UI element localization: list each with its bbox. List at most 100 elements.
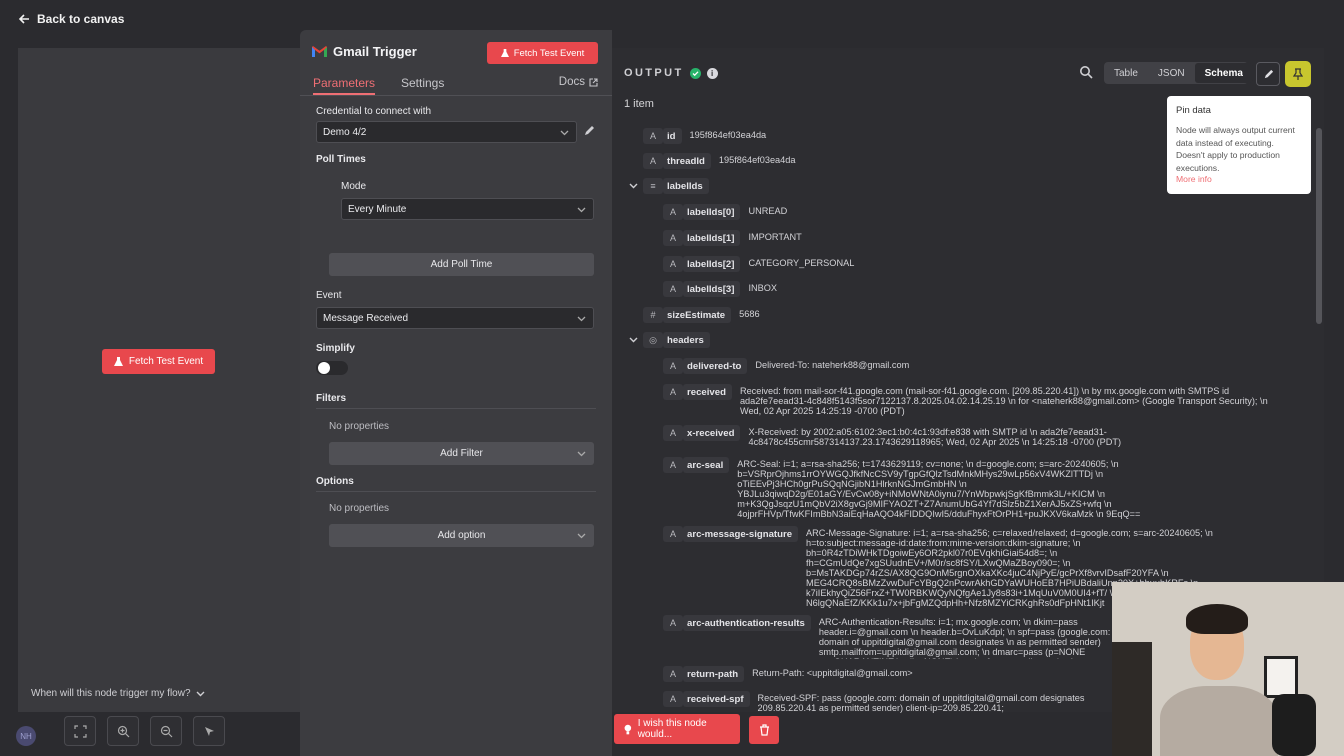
pencil-icon (1264, 69, 1273, 78)
options-label: Options (316, 476, 354, 487)
canvas-fetch-test-event-button[interactable]: Fetch Test Event (102, 349, 215, 374)
mode-select[interactable]: Every Minute (341, 198, 594, 220)
webcam-person-body (1160, 686, 1278, 756)
add-option-label: Add option (437, 530, 486, 541)
chevron-down-icon (577, 316, 586, 322)
poll-times-label: Poll Times (316, 154, 366, 165)
back-label: Back to canvas (37, 12, 125, 26)
schema-value: 195f864ef03ea4da (689, 130, 767, 140)
search-icon[interactable] (1079, 65, 1093, 79)
trash-icon (759, 724, 769, 736)
canvas-panel: Fetch Test Event When will this node tri… (18, 48, 300, 712)
schema-row[interactable]: ◎ headers (643, 332, 710, 348)
schema-row: A labelIds[1] IMPORTANT (663, 230, 802, 246)
node-header: Gmail Trigger (312, 44, 417, 59)
type-string-icon: A (663, 358, 683, 374)
add-filter-label: Add Filter (440, 448, 483, 459)
schema-key: x-received (683, 425, 741, 441)
event-select[interactable]: Message Received (316, 307, 594, 329)
flask-icon (500, 48, 509, 57)
schema-key: arc-message-signature (683, 526, 799, 542)
credential-value: Demo 4/2 (323, 126, 367, 138)
schema-value: ARC-Seal: i=1; a=rsa-sha256; t=174362911… (737, 459, 1141, 519)
schema-key: headers (663, 332, 710, 348)
schema-key: received (683, 384, 732, 400)
simplify-toggle[interactable] (316, 361, 348, 375)
zoom-out-button[interactable] (150, 716, 182, 746)
docs-link[interactable]: Docs (559, 76, 598, 88)
zoom-in-button[interactable] (107, 716, 139, 746)
webcam-overlay (1112, 582, 1344, 756)
add-option-button[interactable]: Add option (329, 524, 594, 547)
tab-parameters[interactable]: Parameters (313, 76, 376, 95)
type-string-icon: A (663, 281, 683, 297)
schema-key: arc-authentication-results (683, 615, 811, 631)
feedback-button[interactable]: I wish this node would... (614, 714, 740, 744)
caret-down-icon[interactable] (629, 335, 638, 344)
view-mode-tabs: Table JSON Schema (1104, 62, 1253, 84)
fit-view-button[interactable] (64, 716, 96, 746)
view-tab-table[interactable]: Table (1104, 63, 1148, 83)
fullscreen-icon (73, 724, 87, 738)
caret-down-icon[interactable] (629, 181, 638, 190)
list-icon: ≡ (643, 178, 663, 194)
chevron-down-icon (577, 451, 586, 457)
schema-value: ARC-Authentication-Results: i=1; mx.goog… (818, 617, 1111, 659)
tooltip-body: Node will always output current data ins… (1176, 125, 1295, 173)
schema-row: A delivered-to Delivered-To: nateherk88@… (663, 358, 909, 374)
schema-key: return-path (683, 666, 745, 682)
avatar[interactable]: NH (16, 726, 36, 746)
schema-row[interactable]: ≡ labelIds (643, 178, 709, 194)
output-scrollbar[interactable] (1316, 128, 1322, 324)
schema-value: Received-SPF: pass (google.com: domain o… (757, 693, 1088, 713)
add-filter-button[interactable]: Add Filter (329, 442, 594, 465)
fetch-test-event-button[interactable]: Fetch Test Event (487, 42, 598, 64)
trigger-question-text: When will this node trigger my flow? (31, 688, 191, 699)
type-string-icon: A (663, 615, 683, 631)
object-icon: ◎ (643, 332, 663, 348)
webcam-microphone (1272, 694, 1316, 756)
credential-label: Credential to connect with (316, 106, 432, 117)
trigger-question-link[interactable]: When will this node trigger my flow? (31, 688, 205, 699)
more-info-link[interactable]: More info (1176, 174, 1302, 184)
tidy-up-button[interactable] (193, 716, 225, 746)
schema-value: CATEGORY_PERSONAL (748, 258, 855, 268)
filters-label: Filters (316, 393, 347, 404)
credential-select[interactable]: Demo 4/2 (316, 121, 577, 143)
edit-output-button[interactable] (1256, 62, 1280, 86)
chevron-down-icon (196, 691, 205, 697)
chevron-down-icon (577, 533, 586, 539)
type-string-icon: A (663, 384, 683, 400)
pin-icon (1293, 68, 1303, 80)
type-string-icon: A (663, 457, 683, 473)
delete-button[interactable] (749, 716, 779, 744)
filters-divider (316, 408, 596, 409)
schema-key: labelIds (663, 178, 709, 194)
view-tab-schema[interactable]: Schema (1194, 63, 1253, 83)
pencil-icon[interactable] (583, 125, 595, 137)
schema-row: A labelIds[3] INBOX (663, 281, 777, 297)
back-to-canvas-link[interactable]: Back to canvas (18, 12, 124, 26)
add-poll-time-button[interactable]: Add Poll Time (329, 253, 594, 276)
parameters-panel: Gmail Trigger Fetch Test Event Parameter… (300, 30, 612, 756)
tab-settings[interactable]: Settings (401, 76, 444, 90)
output-title: OUTPUT (624, 67, 684, 79)
schema-key: received-spf (683, 691, 750, 707)
view-tab-json[interactable]: JSON (1148, 63, 1195, 83)
type-string-icon: A (643, 153, 663, 169)
schema-row: A received Received: from mail-sor-f41.g… (663, 384, 1273, 416)
lightbulb-icon (624, 724, 632, 734)
schema-value: Delivered-To: nateherk88@gmail.com (755, 360, 910, 370)
cursor-icon (204, 726, 214, 736)
zoom-in-icon (117, 725, 129, 737)
docs-label: Docs (558, 76, 585, 88)
type-string-icon: A (663, 256, 683, 272)
fetch-label: Fetch Test Event (513, 47, 585, 59)
chevron-down-icon (560, 130, 569, 136)
pin-data-button[interactable] (1285, 61, 1311, 87)
canvas-fetch-label: Fetch Test Event (128, 356, 204, 367)
check-circle-icon (689, 67, 701, 79)
info-icon[interactable]: i (706, 67, 718, 79)
webcam-picture-frame (1264, 656, 1298, 698)
type-string-icon: A (663, 230, 683, 246)
